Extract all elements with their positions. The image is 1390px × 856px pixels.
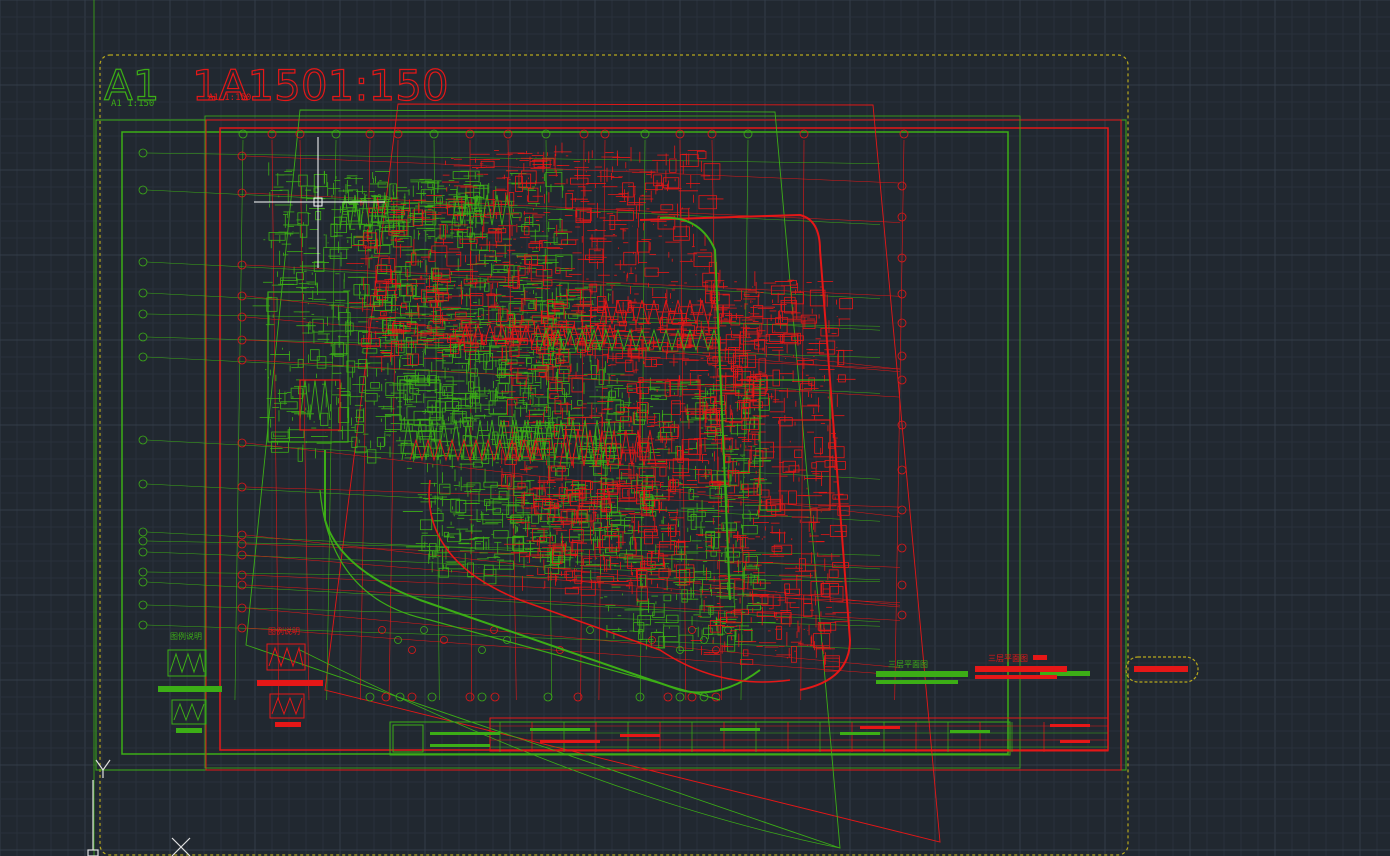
plan-title-red-text: 三层平面图 xyxy=(988,654,1028,663)
legend-red-title: 图例说明 xyxy=(268,626,300,636)
revision-cloud-small xyxy=(1125,656,1199,683)
sheet-label-a1-small-green: A1 1:150 xyxy=(111,99,154,109)
legend-red: 图例说明 xyxy=(257,626,323,727)
ucs-axis-icon xyxy=(87,759,191,856)
plan-title-green-text: 三层平面图 xyxy=(888,660,928,669)
cad-model-space[interactable]: A1 1A1501:150 A1 1:150 A1 1:150 图例说明 图例说… xyxy=(0,0,1390,856)
sheet-label-a1-small-red: A1 1:150 xyxy=(208,93,251,103)
plan-title-red: 三层平面图 xyxy=(975,654,1067,679)
legend-green-title: 图例说明 xyxy=(170,631,202,641)
sheet-labels: A1 1A1501:150 A1 1:150 A1 1:150 xyxy=(103,60,449,110)
